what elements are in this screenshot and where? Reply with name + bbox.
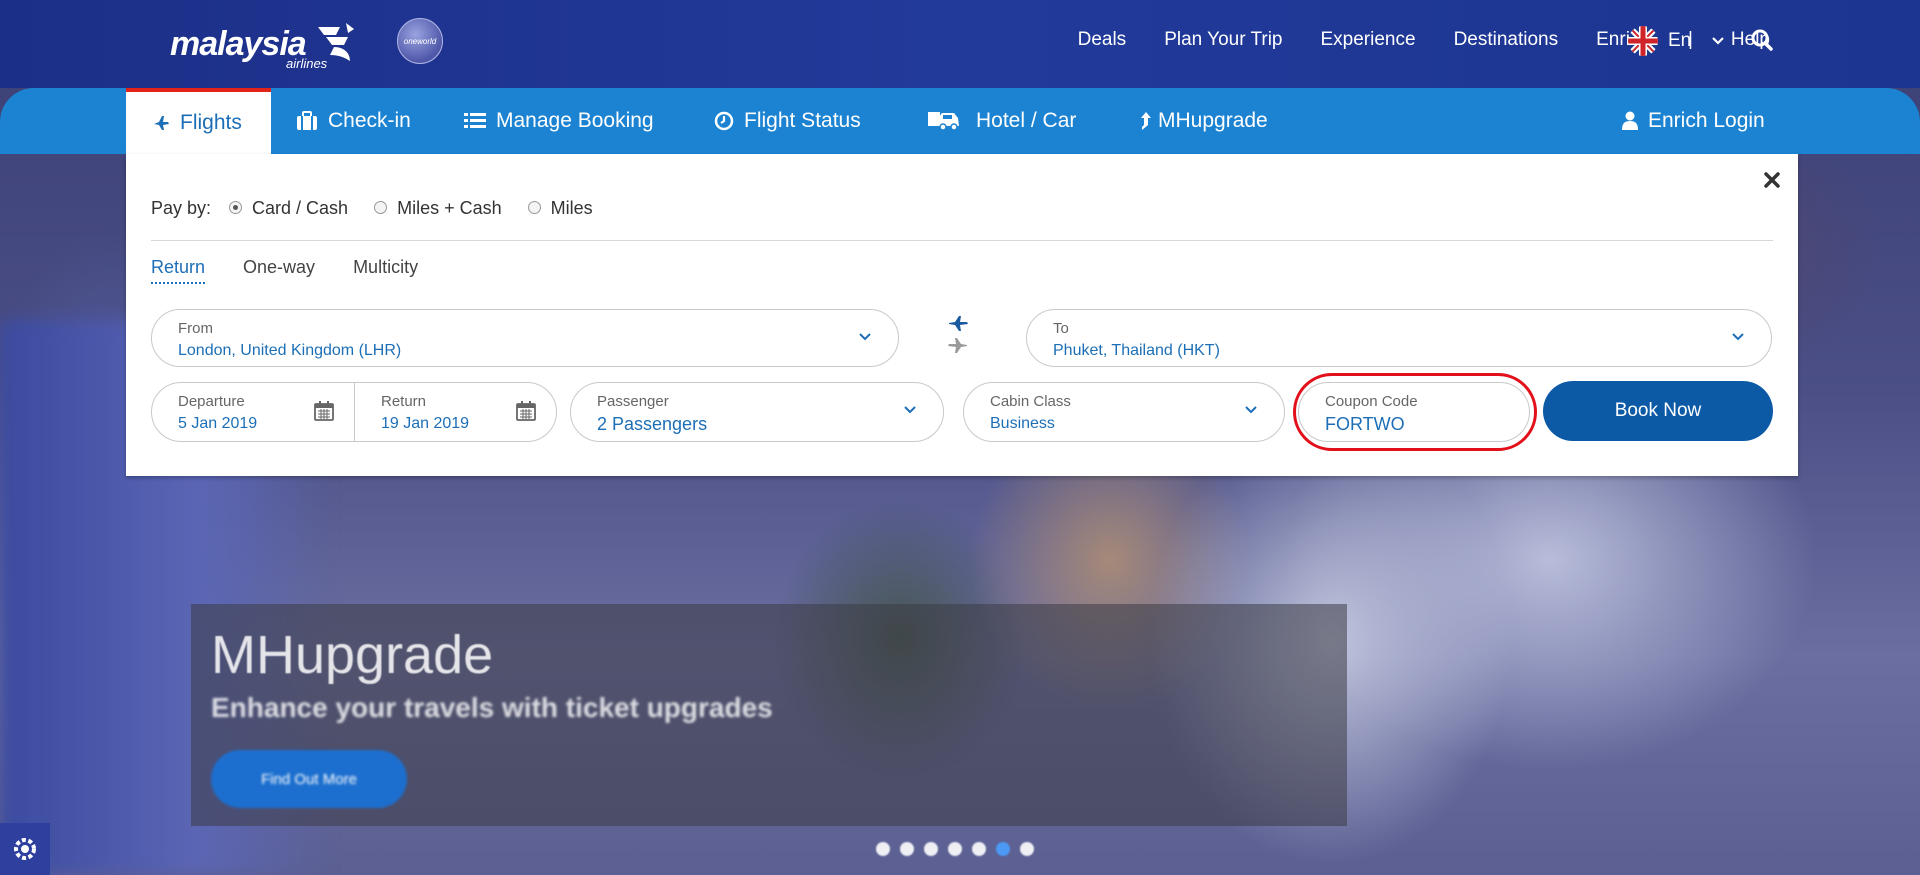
carousel-dot[interactable]: [948, 842, 962, 856]
trip-type-selector: Return One-way Multicity: [151, 257, 456, 284]
malaysia-airlines-logo[interactable]: malaysia airlines: [170, 14, 356, 74]
tab-manage-booking[interactable]: Manage Booking: [464, 88, 654, 154]
carousel-dot[interactable]: [876, 842, 890, 856]
chevron-down-icon: [1712, 37, 1725, 45]
tab-hotel-car-label: Hotel / Car: [976, 109, 1077, 132]
cabin-class-label: Cabin Class: [990, 393, 1071, 410]
oneworld-text: oneworld: [403, 36, 437, 46]
gear-icon: [14, 838, 36, 860]
logo-subtext: airlines: [286, 56, 328, 71]
find-out-more-button[interactable]: Find Out More: [211, 750, 407, 808]
settings-button[interactable]: [0, 823, 50, 875]
date-range-field: Departure 5 Jan 2019 Return 19 Jan 2019: [151, 382, 557, 442]
list-icon: [464, 113, 486, 128]
suitcase-icon: [297, 111, 317, 130]
language-label: En: [1668, 30, 1692, 51]
enrich-login-label: Enrich Login: [1648, 109, 1765, 132]
tab-manage-booking-label: Manage Booking: [496, 109, 654, 132]
from-value: London, United Kingdom (LHR): [178, 342, 402, 359]
calendar-icon: [314, 401, 334, 421]
passenger-select[interactable]: Passenger 2 Passengers: [570, 382, 944, 442]
tab-flights[interactable]: Flights: [126, 88, 271, 154]
upgrade-arrow-icon: [1141, 112, 1151, 130]
to-value: Phuket, Thailand (HKT): [1053, 342, 1220, 359]
pay-by-label: Pay by:: [151, 198, 212, 218]
departure-label: Departure: [178, 393, 245, 410]
carousel-dot[interactable]: [972, 842, 986, 856]
close-icon: [1764, 172, 1780, 188]
tab-check-in-label: Check-in: [328, 109, 411, 132]
nav-experience[interactable]: Experience: [1321, 29, 1416, 51]
booking-tab-bar: Flights Check-in Manage Booking Flight S…: [0, 88, 1920, 154]
search-icon: [1751, 29, 1773, 51]
search-button[interactable]: [1750, 28, 1774, 57]
language-selector[interactable]: En: [1628, 26, 1725, 56]
oneworld-logo[interactable]: oneworld: [397, 18, 443, 64]
plane-icon: [154, 116, 169, 130]
passenger-label: Passenger: [597, 393, 669, 410]
book-now-button[interactable]: Book Now: [1543, 381, 1773, 441]
pay-option-miles[interactable]: Miles: [527, 198, 593, 219]
carousel-dot-active[interactable]: [996, 842, 1010, 856]
carousel-dots: [876, 842, 1034, 856]
tab-check-in[interactable]: Check-in: [296, 88, 411, 154]
carousel-dot[interactable]: [900, 842, 914, 856]
trip-type-return[interactable]: Return: [151, 257, 206, 284]
chevron-down-icon: [1245, 406, 1257, 414]
nav-destinations[interactable]: Destinations: [1454, 29, 1559, 51]
trip-type-multicity[interactable]: Multicity: [353, 257, 418, 284]
pay-option-label: Miles: [550, 198, 593, 218]
nav-plan-your-trip[interactable]: Plan Your Trip: [1164, 29, 1282, 51]
divider: [151, 240, 1773, 241]
nav-deals[interactable]: Deals: [1078, 29, 1127, 51]
enrich-login-button[interactable]: Enrich Login: [1622, 88, 1765, 154]
pay-option-miles-cash[interactable]: Miles + Cash: [374, 198, 502, 219]
chevron-down-icon: [859, 333, 871, 341]
from-label: From: [178, 320, 213, 337]
to-label: To: [1053, 320, 1069, 337]
radio-button[interactable]: [374, 201, 388, 214]
pay-option-card-cash[interactable]: Card / Cash: [229, 198, 348, 219]
uk-flag-icon: [1628, 26, 1658, 56]
carousel-dot[interactable]: [924, 842, 938, 856]
chevron-down-icon: [904, 406, 916, 414]
promo-subtitle: Enhance your travels with ticket upgrade…: [211, 692, 773, 723]
tab-mhupgrade[interactable]: MHupgrade: [1140, 88, 1268, 154]
tab-hotel-car[interactable]: Hotel / Car: [928, 88, 1076, 154]
departure-value: 5 Jan 2019: [178, 415, 258, 432]
to-field[interactable]: To Phuket, Thailand (HKT): [1026, 309, 1772, 367]
pay-option-label: Miles + Cash: [397, 198, 502, 218]
radio-button[interactable]: [527, 201, 541, 214]
departure-date-field[interactable]: Departure 5 Jan 2019: [152, 383, 353, 441]
tab-flight-status[interactable]: Flight Status: [714, 88, 861, 154]
promo-banner: MHupgrade Enhance your travels with tick…: [191, 604, 1347, 826]
swap-planes-icon: [948, 316, 968, 353]
clock-icon: [714, 111, 734, 131]
passenger-value: 2 Passengers: [597, 414, 708, 434]
cabin-class-value: Business: [990, 415, 1055, 432]
promo-title: MHupgrade: [211, 625, 494, 685]
from-field[interactable]: From London, United Kingdom (LHR): [151, 309, 899, 367]
carousel-dot[interactable]: [1020, 842, 1034, 856]
return-value: 19 Jan 2019: [381, 415, 470, 432]
top-header: malaysia airlines oneworld Deals Plan Yo…: [0, 0, 1920, 88]
return-date-field[interactable]: Return 19 Jan 2019: [355, 383, 556, 441]
tab-mhupgrade-label: MHupgrade: [1158, 109, 1268, 132]
tab-flight-status-label: Flight Status: [744, 109, 861, 132]
return-label: Return: [381, 393, 427, 410]
cabin-class-select[interactable]: Cabin Class Business: [963, 382, 1285, 442]
pay-by-options: Pay by: Card / Cash Miles + Cash Miles: [151, 198, 619, 219]
pay-option-label: Card / Cash: [252, 198, 349, 218]
user-icon: [1622, 111, 1638, 130]
car-icon: [928, 112, 959, 131]
chevron-down-icon: [1732, 333, 1744, 341]
radio-button[interactable]: [229, 201, 243, 214]
coupon-highlight-annotation: [1293, 373, 1537, 451]
calendar-icon: [516, 401, 536, 421]
close-button[interactable]: [1764, 172, 1780, 193]
tab-flights-label: Flights: [180, 111, 242, 134]
swap-origin-destination-button[interactable]: [946, 315, 970, 360]
trip-type-one-way[interactable]: One-way: [243, 257, 315, 284]
